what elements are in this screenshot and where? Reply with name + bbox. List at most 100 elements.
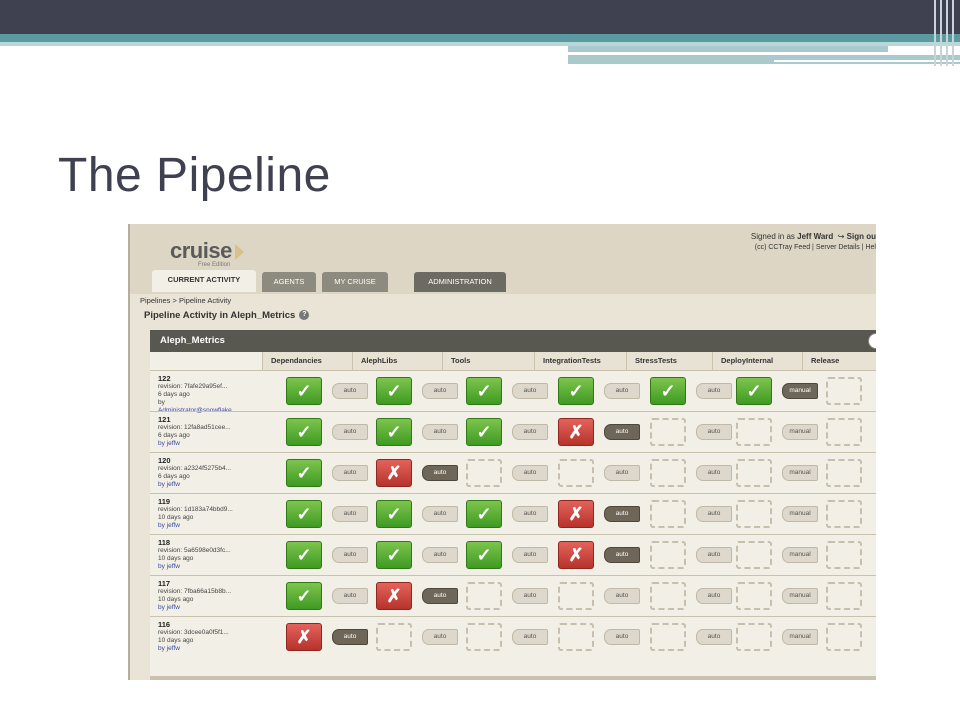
stage-status-pass[interactable]: ✓ — [466, 418, 502, 446]
run-revision[interactable]: revision: 3dcee0a0f5f1... — [158, 629, 258, 637]
auto-trigger-button[interactable]: auto — [422, 465, 458, 481]
manual-trigger-button[interactable]: manual — [782, 424, 818, 440]
manual-trigger-button[interactable]: manual — [782, 547, 818, 563]
auto-trigger-button[interactable]: auto — [604, 424, 640, 440]
header-links[interactable]: (cc) CCTray Feed | Server Details | Hel — [755, 244, 876, 251]
checkmark-icon: ✓ — [476, 422, 492, 442]
stage-status-pass[interactable]: ✓ — [286, 541, 322, 569]
stage-status-pass[interactable]: ✓ — [286, 459, 322, 487]
page-title: Pipeline Activity in Aleph_Metrics? — [144, 310, 310, 321]
stage-status-fail[interactable]: ✗ — [558, 500, 594, 528]
auto-trigger-button[interactable]: auto — [512, 588, 548, 604]
stage-status-pass[interactable]: ✓ — [558, 377, 594, 405]
manual-trigger-button[interactable]: manual — [782, 506, 818, 522]
run-revision[interactable]: revision: a2324f5275b4... — [158, 465, 258, 473]
tab-administration[interactable]: ADMINISTRATION — [414, 272, 506, 292]
auto-trigger-button[interactable]: auto — [512, 465, 548, 481]
stage-status-pass[interactable]: ✓ — [376, 500, 412, 528]
auto-trigger-button[interactable]: auto — [332, 424, 368, 440]
auto-trigger-button[interactable]: auto — [696, 383, 732, 399]
auto-trigger-button[interactable]: auto — [604, 506, 640, 522]
tab-current-activity[interactable]: CURRENT ACTIVITY — [152, 270, 256, 292]
stage-status-fail[interactable]: ✗ — [286, 623, 322, 651]
auto-trigger-button[interactable]: auto — [604, 383, 640, 399]
stage-status-pass[interactable]: ✓ — [286, 500, 322, 528]
manual-trigger-button[interactable]: manual — [782, 588, 818, 604]
manual-trigger-button[interactable]: manual — [782, 465, 818, 481]
slide-top-bar — [0, 0, 960, 34]
tab-my-cruise[interactable]: MY CRUISE — [322, 272, 388, 292]
auto-trigger-button[interactable]: auto — [422, 506, 458, 522]
stage-status-fail[interactable]: ✗ — [376, 582, 412, 610]
stage-status-pending — [650, 541, 686, 569]
auto-trigger-button[interactable]: auto — [332, 547, 368, 563]
run-label[interactable]: 117 — [158, 580, 258, 588]
run-revision[interactable]: revision: 7fba66a15b8b... — [158, 588, 258, 596]
stage-status-pending — [826, 418, 862, 446]
auto-trigger-button[interactable]: auto — [332, 506, 368, 522]
manual-trigger-button[interactable]: manual — [782, 383, 818, 399]
breadcrumb[interactable]: Pipelines > Pipeline Activity — [140, 296, 231, 305]
auto-trigger-button[interactable]: auto — [604, 629, 640, 645]
pipeline-run-row: 120 revision: a2324f5275b4... 6 days ago by… — [150, 452, 876, 492]
auto-trigger-button[interactable]: auto — [696, 424, 732, 440]
tab-agents[interactable]: AGENTS — [262, 272, 316, 292]
stage-status-pass[interactable]: ✓ — [286, 582, 322, 610]
auto-trigger-button[interactable]: auto — [422, 547, 458, 563]
auto-trigger-button[interactable]: auto — [512, 629, 548, 645]
stage-status-pass[interactable]: ✓ — [286, 418, 322, 446]
cruise-logo[interactable]: cruise — [170, 238, 244, 264]
auto-trigger-button[interactable]: auto — [512, 547, 548, 563]
auto-trigger-button[interactable]: auto — [604, 547, 640, 563]
auto-trigger-button[interactable]: auto — [422, 588, 458, 604]
stage-status-pass[interactable]: ✓ — [376, 418, 412, 446]
panel-toggle-icon[interactable] — [868, 333, 876, 349]
run-revision[interactable]: revision: 12fa8ad51cee... — [158, 424, 258, 432]
checkmark-icon: ✓ — [296, 463, 312, 483]
run-label[interactable]: 118 — [158, 539, 258, 547]
run-label[interactable]: 120 — [158, 457, 258, 465]
auto-trigger-button[interactable]: auto — [696, 629, 732, 645]
auto-trigger-button[interactable]: auto — [512, 424, 548, 440]
stage-status-pass[interactable]: ✓ — [650, 377, 686, 405]
stage-status-fail[interactable]: ✗ — [558, 418, 594, 446]
sign-out-link[interactable]: Sign ou — [847, 232, 876, 241]
run-info: 119 revision: 1d183a74bbd9... 10 days ago b… — [158, 498, 258, 530]
stage-status-pass[interactable]: ✓ — [376, 377, 412, 405]
auto-trigger-button[interactable]: auto — [422, 629, 458, 645]
stage-status-pass[interactable]: ✓ — [286, 377, 322, 405]
auto-trigger-button[interactable]: auto — [604, 588, 640, 604]
auto-trigger-button[interactable]: auto — [696, 506, 732, 522]
run-label[interactable]: 119 — [158, 498, 258, 506]
auto-trigger-button[interactable]: auto — [332, 588, 368, 604]
manual-trigger-button[interactable]: manual — [782, 629, 818, 645]
auto-trigger-button[interactable]: auto — [696, 588, 732, 604]
run-label[interactable]: 122 — [158, 375, 258, 383]
auto-trigger-button[interactable]: auto — [332, 465, 368, 481]
auto-trigger-button[interactable]: auto — [512, 506, 548, 522]
stage-status-pass[interactable]: ✓ — [466, 377, 502, 405]
stage-status-pass[interactable]: ✓ — [466, 541, 502, 569]
run-revision[interactable]: revision: 7fafe29a95ef... — [158, 383, 258, 391]
help-icon[interactable]: ? — [299, 310, 310, 321]
stage-status-pass[interactable]: ✓ — [466, 500, 502, 528]
auto-trigger-button[interactable]: auto — [332, 383, 368, 399]
run-label[interactable]: 121 — [158, 416, 258, 424]
stage-status-pending — [826, 377, 862, 405]
stage-status-fail[interactable]: ✗ — [376, 459, 412, 487]
stage-status-pass[interactable]: ✓ — [376, 541, 412, 569]
stage-status-pending — [736, 459, 772, 487]
auto-trigger-button[interactable]: auto — [604, 465, 640, 481]
auto-trigger-button[interactable]: auto — [422, 383, 458, 399]
auto-trigger-button[interactable]: auto — [696, 547, 732, 563]
auto-trigger-button[interactable]: auto — [696, 465, 732, 481]
stage-status-fail[interactable]: ✗ — [558, 541, 594, 569]
stage-status-pass[interactable]: ✓ — [736, 377, 772, 405]
run-revision[interactable]: revision: 5a6598e0d3fc... — [158, 547, 258, 555]
auto-trigger-button[interactable]: auto — [512, 383, 548, 399]
sign-out-icon[interactable]: ↪ — [838, 232, 845, 241]
run-revision[interactable]: revision: 1d183a74bbd9... — [158, 506, 258, 514]
auto-trigger-button[interactable]: auto — [422, 424, 458, 440]
auto-trigger-button[interactable]: auto — [332, 629, 368, 645]
run-label[interactable]: 116 — [158, 621, 258, 629]
